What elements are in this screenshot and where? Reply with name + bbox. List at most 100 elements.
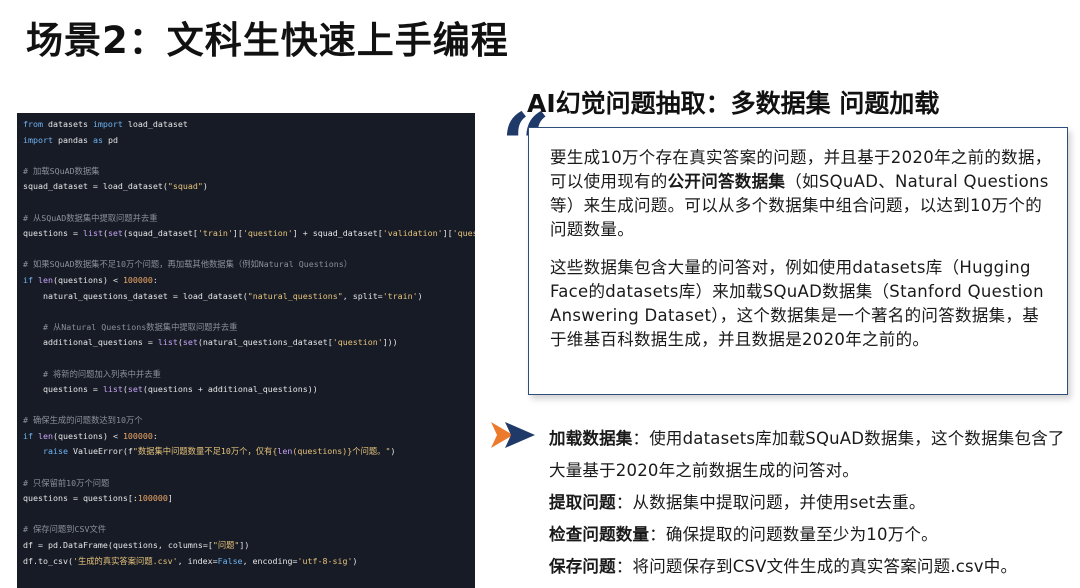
code-token: "数据集中问题数量不足10万个，仅有{	[132, 446, 278, 457]
bullet-item: 提取问题：从数据集中提取问题，并使用set去重。	[549, 487, 1069, 519]
code-token: set	[107, 228, 123, 239]
bullet-item: 保存问题：将问题保存到CSV文件生成的真实答案问题.csv中。	[549, 551, 1069, 583]
code-token: list	[82, 228, 103, 239]
code-token: 'train'	[382, 290, 418, 301]
code-token: (natural_questions_dataset[	[197, 337, 333, 348]
code-token: '生成的真实答案问题.csv'	[72, 555, 178, 566]
code-token: questions =	[23, 384, 103, 395]
quote-paragraph-2: 这些数据集包含大量的问答对，例如使用datasets库（Hugging Face…	[550, 258, 1044, 349]
code-token: list	[102, 384, 123, 395]
code-line: from datasets import load_dataset	[17, 117, 475, 133]
code-token: set	[127, 384, 143, 395]
code-token: list	[157, 337, 178, 348]
code-token: questions =	[23, 228, 83, 239]
code-token: 'question'	[242, 228, 293, 239]
code-token: ][	[232, 228, 243, 239]
code-token: if	[23, 274, 33, 285]
code-line: raise ValueError(f"数据集中问题数量不足10万个，仅有{len…	[17, 444, 475, 460]
code-token: # 确保生成的问题数达到10万个	[23, 415, 143, 426]
bullet-heading: 加载数据集	[549, 429, 633, 448]
code-line: # 保存问题到CSV文件	[17, 522, 475, 538]
code-line: # 只保留前10万个问题	[17, 476, 475, 492]
code-token: )	[202, 181, 208, 192]
code-token: # 从Natural Questions数据集中提取问题并去重	[23, 321, 238, 332]
quote-bold-text: 公开问答数据集	[667, 172, 786, 191]
code-token: ])	[239, 540, 250, 551]
code-line: if len(questions) < 100000:	[17, 273, 475, 289]
code-token: False	[217, 555, 243, 566]
code-token: ]))	[382, 337, 398, 348]
code-line: # 从SQuAD数据集中提取问题并去重	[17, 211, 475, 227]
code-token: (questions) <	[53, 430, 123, 441]
code-token: (questions)	[292, 446, 348, 457]
bullet-heading: 检查问题数量	[549, 525, 650, 544]
code-token: load_dataset	[122, 119, 188, 129]
code-token: )	[390, 446, 396, 457]
code-line: questions = list(set(squad_dataset['trai…	[17, 226, 475, 242]
code-token: "squad"	[167, 181, 203, 192]
code-token: ValueError(f	[67, 446, 133, 457]
code-token: pandas	[52, 134, 93, 145]
code-token: 'validation'	[382, 228, 443, 239]
code-token: ]	[167, 493, 173, 504]
code-token: :	[152, 430, 158, 441]
bullet-heading: 保存问题	[549, 557, 616, 576]
code-token: "natural_questions"	[247, 290, 343, 301]
bullet-text: ：确保提取的问题数量至少为10万个。	[649, 525, 938, 544]
code-line: # 确保生成的问题数达到10万个	[17, 413, 475, 429]
code-token: import	[92, 119, 123, 129]
code-token: set	[182, 337, 198, 348]
bullet-item: 检查问题数量：确保提取的问题数量至少为10万个。	[549, 519, 1069, 551]
code-panel: from datasets import load_dataset import …	[17, 113, 475, 588]
bullet-item: 加载数据集：使用datasets库加载SQuAD数据集，这个数据集包含了大量基于…	[549, 423, 1069, 487]
code-token: # 如果SQuAD数据集不足10万个问题，再加载其他数据集（例如Natural …	[23, 259, 353, 270]
code-token: # 将新的问题加入列表中并去重	[23, 368, 161, 379]
quote-paragraph-1: 要生成10万个存在真实答案的问题，并且基于2020年之前的数据，可以使用现有的公…	[550, 146, 1055, 242]
code-token: questions = questions[:	[23, 493, 138, 504]
code-line: # 从Natural Questions数据集中提取问题并去重	[17, 320, 475, 336]
section-title: AI幻觉问题抽取：多数据集 问题加载	[527, 89, 940, 118]
code-line: # 将新的问题加入列表中并去重	[17, 367, 475, 383]
code-line: if len(questions) < 100000:	[17, 429, 475, 445]
code-line: import pandas as pd	[17, 133, 475, 149]
code-token: # 保存问题到CSV文件	[23, 524, 107, 535]
code-token: as	[92, 134, 103, 145]
code-token: df.to_csv(	[23, 555, 73, 566]
code-token: (questions) <	[53, 274, 123, 285]
code-token: 'utf-8-sig'	[297, 555, 353, 566]
code-token: :	[152, 274, 158, 285]
code-line: squad_dataset = load_dataset("squad")	[17, 179, 475, 195]
code-token: df = pd.DataFrame(questions, columns=[	[23, 540, 213, 551]
code-line: natural_questions_dataset = load_dataset…	[17, 289, 475, 305]
code-token: # 从SQuAD数据集中提取问题并去重	[23, 212, 158, 223]
code-token: 100000	[137, 493, 168, 504]
code-token: len	[38, 274, 53, 285]
code-line: # 加载SQuAD数据集	[17, 164, 475, 180]
code-token: additional_questions =	[23, 337, 158, 348]
bullet-text: ：从数据集中提取问题，并使用set去重。	[615, 493, 926, 512]
code-token: ] + squad_dataset[	[292, 228, 383, 239]
code-token: datasets	[42, 119, 93, 129]
code-token: pd	[102, 134, 118, 145]
code-token: , split=	[342, 290, 383, 301]
code-token: }个问题。"	[347, 446, 391, 457]
code-token: ][	[442, 228, 453, 239]
code-token: from	[23, 119, 43, 129]
code-token: 100000	[122, 430, 153, 441]
code-token: len	[277, 446, 293, 457]
quote-box: 要生成10万个存在真实答案的问题，并且基于2020年之前的数据，可以使用现有的公…	[528, 127, 1068, 395]
arrow-icon	[491, 422, 535, 448]
bullet-text: ：将问题保存到CSV文件生成的真实答案问题.csv中。	[615, 557, 1018, 576]
code-line: questions = questions[:100000]	[17, 491, 475, 507]
code-line: df = pd.DataFrame(questions, columns=["问…	[17, 538, 475, 554]
bullet-heading: 提取问题	[549, 493, 616, 512]
code-token: # 加载SQuAD数据集	[23, 165, 100, 176]
code-token: if	[23, 430, 33, 441]
code-token: , encoding=	[242, 555, 298, 566]
